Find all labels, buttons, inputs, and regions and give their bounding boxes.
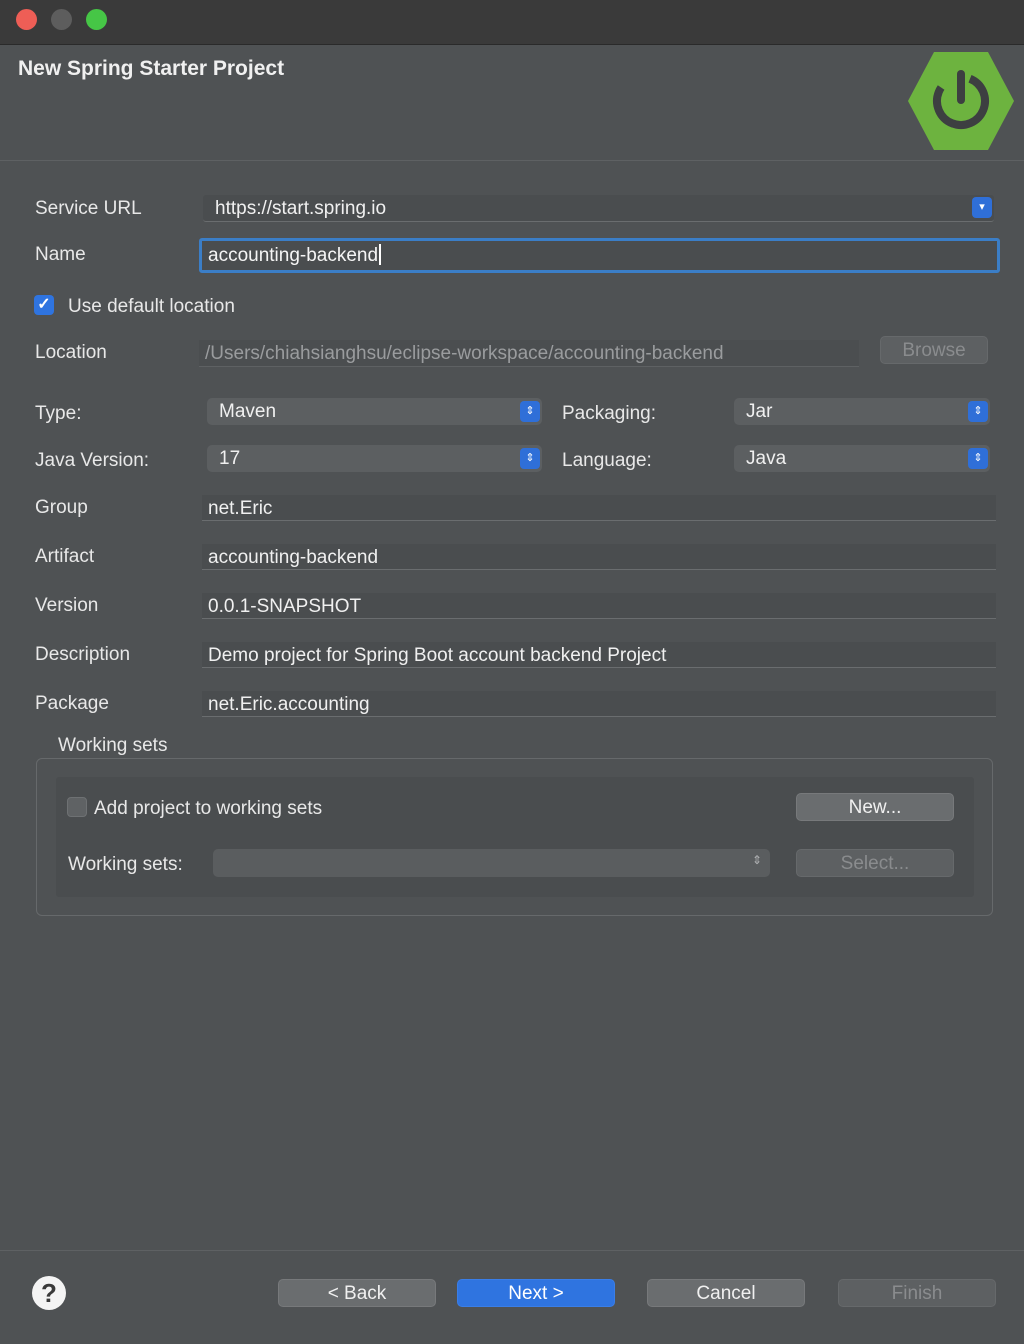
- version-input[interactable]: 0.0.1-SNAPSHOT: [202, 593, 996, 619]
- name-value: accounting-backend: [208, 245, 379, 266]
- finish-button: Finish: [838, 1279, 996, 1307]
- type-value: Maven: [219, 401, 277, 422]
- use-default-location-label: Use default location: [68, 296, 235, 317]
- page-title: New Spring Starter Project: [18, 57, 285, 80]
- updown-chevron-icon: ⇕: [751, 853, 762, 867]
- minimize-window-button[interactable]: [51, 9, 72, 30]
- updown-chevron-icon: ⇕: [968, 401, 988, 422]
- title-bar: [0, 0, 1024, 45]
- name-label: Name: [35, 244, 86, 265]
- add-to-working-sets-checkbox[interactable]: [67, 797, 87, 817]
- updown-chevron-icon: ⇕: [520, 448, 540, 469]
- service-url-combo[interactable]: https://start.spring.io ▾: [203, 195, 994, 222]
- chevron-down-icon[interactable]: ▾: [972, 197, 992, 218]
- language-select[interactable]: Java ⇕: [734, 445, 990, 472]
- packaging-label: Packaging:: [562, 403, 657, 424]
- language-value: Java: [746, 448, 787, 469]
- package-input[interactable]: net.Eric.accounting: [202, 691, 996, 717]
- dialog-window: New Spring Starter Project Service URL h…: [0, 0, 1024, 1344]
- name-input[interactable]: accounting-backend: [199, 238, 1000, 273]
- updown-chevron-icon: ⇕: [968, 448, 988, 469]
- header-divider: [0, 160, 1024, 161]
- version-label: Version: [35, 595, 99, 616]
- description-label: Description: [35, 644, 131, 665]
- cancel-button[interactable]: Cancel: [647, 1279, 805, 1307]
- updown-chevron-icon: ⇕: [520, 401, 540, 422]
- zoom-window-button[interactable]: [86, 9, 107, 30]
- java-version-label: Java Version:: [35, 450, 150, 471]
- type-label: Type:: [35, 403, 82, 424]
- java-version-select[interactable]: 17 ⇕: [207, 445, 542, 472]
- footer-divider: [0, 1250, 1024, 1251]
- add-to-working-sets-label: Add project to working sets: [94, 798, 323, 819]
- packaging-select[interactable]: Jar ⇕: [734, 398, 990, 425]
- service-url-label: Service URL: [35, 198, 142, 219]
- artifact-input[interactable]: accounting-backend: [202, 544, 996, 570]
- location-label: Location: [35, 342, 107, 363]
- use-default-location-checkbox[interactable]: ✓: [34, 295, 54, 315]
- close-window-button[interactable]: [16, 9, 37, 30]
- description-input[interactable]: Demo project for Spring Boot account bac…: [202, 642, 996, 668]
- back-button[interactable]: < Back: [278, 1279, 436, 1307]
- package-label: Package: [35, 693, 109, 714]
- browse-button: Browse: [880, 336, 988, 364]
- language-label: Language:: [562, 450, 652, 471]
- working-sets-group-label: Working sets: [58, 735, 168, 756]
- next-button[interactable]: Next >: [457, 1279, 615, 1307]
- service-url-value: https://start.spring.io: [215, 198, 387, 219]
- text-caret: [379, 244, 382, 265]
- java-version-value: 17: [219, 448, 241, 469]
- working-sets-label: Working sets:: [68, 854, 183, 875]
- type-select[interactable]: Maven ⇕: [207, 398, 542, 425]
- select-working-set-button: Select...: [796, 849, 954, 877]
- new-working-set-button[interactable]: New...: [796, 793, 954, 821]
- working-sets-select: ⇕: [213, 849, 770, 877]
- group-input[interactable]: net.Eric: [202, 495, 996, 521]
- spring-logo-icon: [908, 52, 1014, 150]
- group-label: Group: [35, 497, 88, 518]
- help-icon[interactable]: ?: [32, 1276, 66, 1310]
- artifact-label: Artifact: [35, 546, 95, 567]
- packaging-value: Jar: [746, 401, 773, 422]
- location-input: /Users/chiahsianghsu/eclipse-workspace/a…: [199, 340, 859, 367]
